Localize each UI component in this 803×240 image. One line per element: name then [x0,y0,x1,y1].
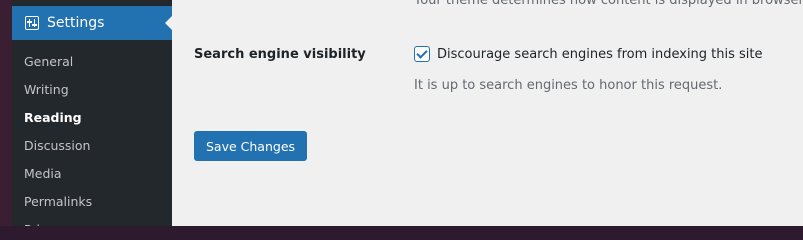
sidebar-item-privacy[interactable]: Privacy [12,214,172,226]
settings-menu-label: Settings [47,15,105,31]
settings-submenu: General Writing Reading Discussion Media… [12,46,172,226]
sidebar-item-media[interactable]: Media [12,158,172,186]
settings-menu[interactable]: Settings [12,6,172,40]
theme-description: Your theme determines how content is dis… [414,0,803,8]
search-visibility-label: Search engine visibility [194,47,366,62]
checkmark-icon [416,47,428,59]
settings-content: Your theme determines how content is dis… [172,0,803,226]
settings-sliders-icon [25,16,39,30]
sidebar-item-discussion[interactable]: Discussion [12,130,172,158]
discourage-search-checkbox[interactable] [414,46,430,62]
sidebar-item-writing[interactable]: Writing [12,74,172,102]
sidebar-item-reading[interactable]: Reading [12,102,172,130]
save-changes-button[interactable]: Save Changes [194,131,308,161]
admin-sidebar: Settings General Writing Reading Discuss… [12,0,172,226]
desktop-edge [0,0,12,226]
sidebar-item-permalinks[interactable]: Permalinks [12,186,172,214]
search-visibility-description: It is up to search engines to honor this… [414,78,723,93]
sidebar-item-general[interactable]: General [12,46,172,74]
discourage-search-label[interactable]: Discourage search engines from indexing … [437,47,763,62]
